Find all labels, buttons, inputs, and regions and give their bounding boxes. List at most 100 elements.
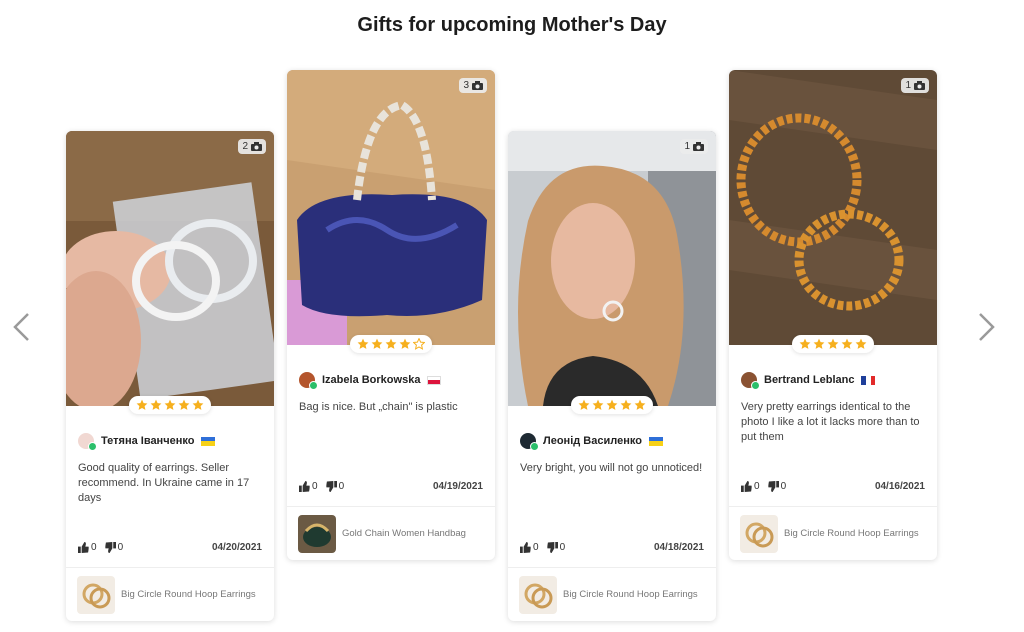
thumbs-down-icon	[104, 541, 116, 553]
flag-ukraine-icon	[648, 436, 663, 446]
camera-icon	[914, 81, 925, 90]
flag-poland-icon	[427, 375, 442, 385]
page-title: Gifts for upcoming Mother's Day	[357, 14, 667, 36]
like-button[interactable]: 0	[520, 541, 539, 553]
avatar	[299, 372, 318, 390]
author-name: Bertrand Leblanc	[764, 374, 855, 386]
avatar	[741, 372, 760, 390]
review-date: 04/20/2021	[211, 541, 262, 553]
camera-icon	[251, 142, 262, 151]
star-filled-icon	[827, 338, 839, 349]
photo-count-badge: 2	[238, 139, 266, 154]
star-filled-icon	[620, 399, 632, 410]
review-date: 04/18/2021	[653, 541, 704, 553]
product-link[interactable]: Big Circle Round Hoop Earrings	[508, 567, 716, 621]
verified-icon	[530, 442, 539, 451]
like-button[interactable]: 0	[741, 480, 760, 492]
product-thumbnail	[77, 575, 115, 614]
flag-france-icon	[861, 375, 876, 385]
dislike-count: 0	[559, 541, 566, 553]
carousel-next-button[interactable]	[972, 310, 1002, 344]
star-filled-icon	[357, 338, 369, 349]
dislike-button[interactable]: 0	[104, 541, 124, 553]
star-filled-icon	[399, 338, 411, 349]
product-thumbnail	[740, 514, 778, 553]
star-filled-icon	[578, 399, 590, 410]
star-filled-icon	[178, 399, 190, 410]
star-filled-icon	[192, 399, 204, 410]
star-empty-icon	[413, 338, 425, 350]
review-card[interactable]: 1 Bertrand Leblanc Very pretty earrings …	[729, 70, 937, 560]
dislike-count: 0	[117, 541, 124, 553]
photo-count-badge: 3	[459, 78, 487, 93]
star-filled-icon	[592, 399, 604, 410]
dislike-button[interactable]: 0	[546, 541, 566, 553]
review-photo[interactable]: 2	[66, 131, 274, 406]
dislike-button[interactable]: 0	[767, 480, 787, 492]
star-filled-icon	[164, 399, 176, 410]
dislike-count: 0	[780, 480, 787, 492]
product-link[interactable]: Gold Chain Women Handbag	[287, 506, 495, 560]
product-thumbnail	[519, 575, 557, 614]
thumbs-down-icon	[767, 480, 779, 492]
star-rating	[350, 335, 432, 353]
star-filled-icon	[385, 338, 397, 349]
product-name: Big Circle Round Hoop Earrings	[563, 589, 698, 600]
product-name: Big Circle Round Hoop Earrings	[121, 589, 256, 600]
star-filled-icon	[606, 399, 618, 410]
review-card[interactable]: 1 Леонід Василенко Very bright, you will…	[508, 131, 716, 621]
thumbs-up-icon	[520, 541, 531, 553]
product-thumbnail	[298, 514, 336, 553]
dislike-button[interactable]: 0	[325, 480, 344, 492]
star-filled-icon	[150, 399, 162, 410]
like-count: 0	[312, 480, 318, 492]
thumbs-up-icon	[78, 541, 89, 553]
thumbs-down-icon	[325, 480, 337, 492]
review-photo[interactable]: 1	[729, 70, 937, 345]
star-rating	[571, 396, 653, 414]
author-name: Тетяна Іванченко	[101, 435, 195, 447]
thumbs-up-icon	[299, 480, 310, 492]
star-rating	[792, 335, 874, 353]
author-name: Леонід Василенко	[543, 435, 642, 447]
like-count: 0	[533, 541, 539, 553]
like-button[interactable]: 0	[299, 480, 318, 492]
verified-icon	[751, 381, 760, 390]
thumbs-up-icon	[741, 480, 752, 492]
product-link[interactable]: Big Circle Round Hoop Earrings	[66, 567, 274, 621]
review-text: Good quality of earrings. Seller recomme…	[78, 462, 250, 504]
review-text: Very bright, you will not go unnoticed!	[520, 462, 703, 474]
like-count: 0	[754, 480, 760, 492]
like-button[interactable]: 0	[78, 541, 97, 553]
chevron-left-icon	[13, 313, 29, 341]
review-photo[interactable]: 3	[287, 70, 495, 345]
avatar	[78, 433, 97, 451]
star-filled-icon	[371, 338, 383, 349]
star-filled-icon	[136, 399, 148, 410]
author-name: Izabela Borkowska	[322, 374, 421, 386]
like-count: 0	[91, 541, 97, 553]
star-filled-icon	[855, 338, 867, 349]
product-name: Big Circle Round Hoop Earrings	[784, 528, 919, 539]
review-card[interactable]: 2 Тетяна Іванченко Good quality of earri…	[66, 131, 274, 621]
review-date: 04/19/2021	[432, 480, 483, 492]
verified-icon	[88, 442, 97, 451]
thumbs-down-icon	[546, 541, 558, 553]
star-filled-icon	[813, 338, 825, 349]
avatar	[520, 433, 539, 451]
star-filled-icon	[841, 338, 853, 349]
review-photo[interactable]: 1	[508, 131, 716, 406]
star-rating	[129, 396, 211, 414]
product-link[interactable]: Big Circle Round Hoop Earrings	[729, 506, 937, 560]
photo-count-badge: 1	[680, 139, 708, 154]
star-filled-icon	[634, 399, 646, 410]
review-text: Very pretty earrings identical to the ph…	[741, 401, 920, 443]
camera-icon	[693, 142, 704, 151]
photo-count-badge: 1	[901, 78, 929, 93]
review-date: 04/16/2021	[874, 480, 925, 492]
product-name: Gold Chain Women Handbag	[342, 528, 466, 539]
review-card[interactable]: 3 Izabela Borkowska Bag is nice. But „ch…	[287, 70, 495, 560]
star-filled-icon	[799, 338, 811, 349]
camera-icon	[472, 81, 483, 90]
carousel-prev-button[interactable]	[6, 310, 36, 344]
